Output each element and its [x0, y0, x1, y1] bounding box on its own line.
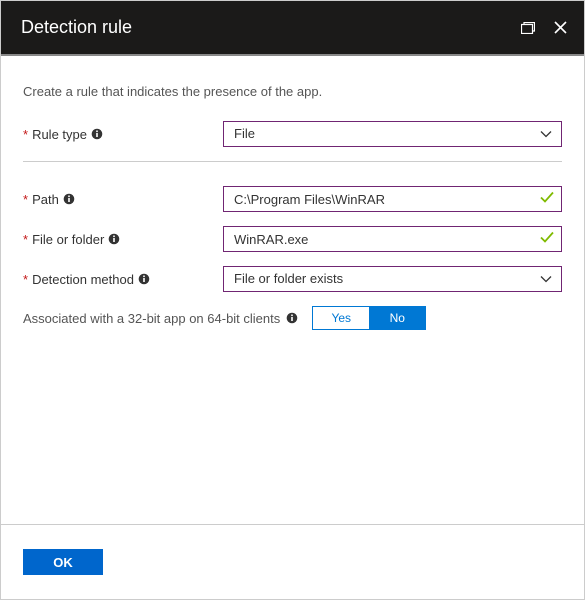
label-text: Associated with a 32-bit app on 64-bit c…: [23, 311, 280, 326]
rule-type-label: * Rule type: [23, 127, 223, 142]
path-row: * Path: [23, 186, 562, 212]
detection-method-label: * Detection method: [23, 272, 223, 287]
path-input[interactable]: [223, 186, 562, 212]
header-controls: [520, 20, 568, 36]
label-text: Path: [32, 192, 59, 207]
dialog-header: Detection rule: [1, 1, 584, 56]
path-field: [223, 186, 562, 212]
rule-type-row: * Rule type File: [23, 121, 562, 147]
rule-type-field: File: [223, 121, 562, 147]
file-or-folder-label: * File or folder: [23, 232, 223, 247]
required-indicator: *: [23, 192, 28, 207]
file-or-folder-field: [223, 226, 562, 252]
restore-icon[interactable]: [520, 20, 536, 36]
rule-type-select[interactable]: File: [223, 121, 562, 147]
section-divider: [23, 161, 562, 162]
assoc-no-button[interactable]: No: [369, 307, 425, 329]
required-indicator: *: [23, 232, 28, 247]
info-icon[interactable]: [138, 273, 150, 285]
label-text: Rule type: [32, 127, 87, 142]
info-icon[interactable]: [286, 312, 298, 324]
required-indicator: *: [23, 127, 28, 142]
assoc-label: Associated with a 32-bit app on 64-bit c…: [23, 311, 298, 326]
assoc-row: Associated with a 32-bit app on 64-bit c…: [23, 306, 562, 330]
assoc-yes-button[interactable]: Yes: [313, 307, 369, 329]
required-indicator: *: [23, 272, 28, 287]
label-text: Detection method: [32, 272, 134, 287]
dialog-title: Detection rule: [21, 17, 520, 38]
dialog-footer: OK: [1, 524, 584, 599]
detection-method-field: File or folder exists: [223, 266, 562, 292]
file-or-folder-input[interactable]: [223, 226, 562, 252]
info-icon[interactable]: [63, 193, 75, 205]
info-icon[interactable]: [91, 128, 103, 140]
detection-method-select[interactable]: File or folder exists: [223, 266, 562, 292]
assoc-toggle: Yes No: [312, 306, 426, 330]
info-icon[interactable]: [108, 233, 120, 245]
detection-method-row: * Detection method File or folder exists: [23, 266, 562, 292]
description-text: Create a rule that indicates the presenc…: [23, 84, 562, 99]
label-text: File or folder: [32, 232, 104, 247]
ok-button[interactable]: OK: [23, 549, 103, 575]
path-label: * Path: [23, 192, 223, 207]
close-icon[interactable]: [552, 20, 568, 36]
file-or-folder-row: * File or folder: [23, 226, 562, 252]
dialog-body: Create a rule that indicates the presenc…: [1, 56, 584, 524]
